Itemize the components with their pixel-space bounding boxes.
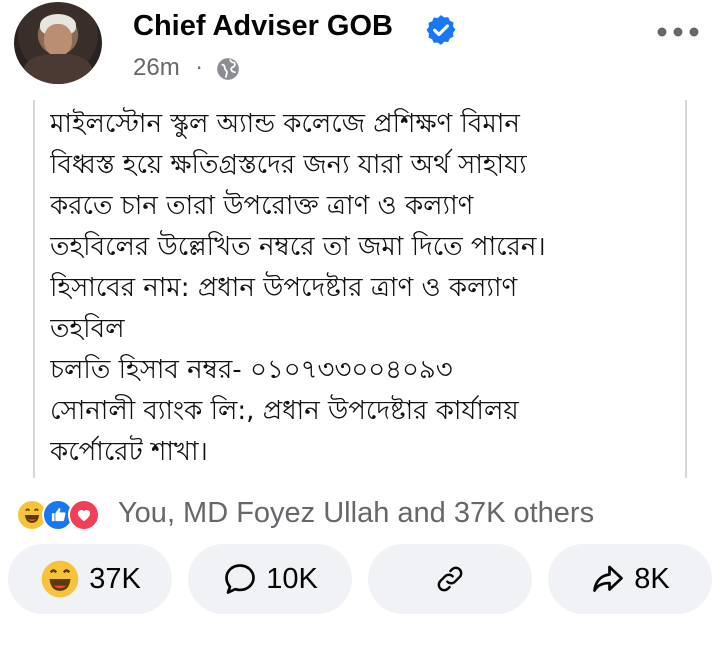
post-line: মাইলস্টোন স্কুল অ্যান্ড কলেজে প্রশিক্ষণ … <box>50 109 520 139</box>
author-name[interactable]: Chief Adviser GOB <box>133 10 393 43</box>
comment-icon <box>225 564 256 594</box>
post-line: তহবিলের উল্লেখিত নম্বরে তা জমা দিতে পারে… <box>50 232 546 262</box>
globe-icon <box>217 58 239 80</box>
share-button[interactable]: 8K <box>548 544 712 614</box>
reaction-summary[interactable]: You, MD Foyez Ullah and 37K others <box>16 497 716 533</box>
action-bar: 37K 10K 8K <box>0 544 720 616</box>
share-count: 8K <box>634 562 670 595</box>
react-count: 37K <box>89 562 141 595</box>
share-icon <box>593 565 624 592</box>
reaction-summary-text[interactable]: You, MD Foyez Ullah and 37K others <box>118 497 594 530</box>
meta-separator: · <box>196 56 203 80</box>
love-icon <box>68 499 100 531</box>
post-line: সোনালী ব্যাংক লি:, প্রধান উপদেষ্টার কার্… <box>50 396 519 426</box>
post-line: হিসাবের নাম: প্রধান উপদেষ্টার ত্রাণ ও কল… <box>50 273 518 303</box>
post-line: চলতি হিসাব নম্বর- ০১০৭৩৩০০৪০৯৩ <box>50 355 453 385</box>
post-time[interactable]: 26m <box>133 54 180 82</box>
verified-badge-icon <box>426 15 456 45</box>
haha-reaction-icon <box>41 560 79 598</box>
post-line: বিধ্বস্ত হয়ে ক্ষতিগ্রস্তদের জন্য যারা অ… <box>50 150 527 180</box>
react-button[interactable]: 37K <box>8 544 172 614</box>
avatar-face <box>44 24 72 56</box>
comment-button[interactable]: 10K <box>188 544 352 614</box>
post-header: Chief Adviser GOB 26m · <box>0 0 720 92</box>
post-line: কর্পোরেট শাখা। <box>50 437 208 467</box>
copy-link-button[interactable] <box>368 544 532 614</box>
link-icon <box>437 566 463 592</box>
post-line: করতে চান তারা উপরোক্ত ত্রাণ ও কল্যাণ <box>50 191 474 221</box>
author-avatar[interactable] <box>14 2 102 84</box>
avatar-body <box>24 54 92 84</box>
post-body-text: মাইলস্টোন স্কুল অ্যান্ড কলেজে প্রশিক্ষণ … <box>50 104 670 473</box>
comment-count: 10K <box>266 562 318 595</box>
post-line: তহবিল <box>50 314 125 344</box>
more-horizontal-icon[interactable] <box>656 26 700 38</box>
